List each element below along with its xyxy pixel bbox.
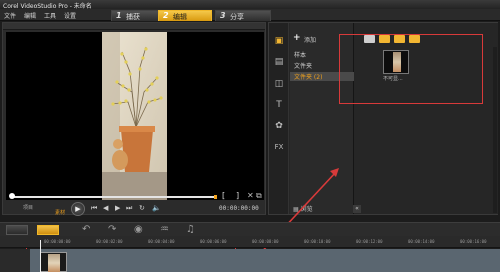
- track-header: [0, 249, 30, 272]
- ruler-label: 00:00:02:00: [96, 239, 123, 244]
- storyboard-view-button[interactable]: [6, 225, 28, 235]
- timeline-view-button[interactable]: [37, 225, 59, 235]
- ruler-label: 00:00:04:00: [148, 239, 175, 244]
- auto-music-icon[interactable]: ♫: [186, 224, 195, 235]
- ruler-label: 00:00:12:00: [356, 239, 383, 244]
- ruler-label: 00:00:08:00: [252, 239, 279, 244]
- timeline-ruler[interactable]: 00:00:00:00 00:00:02:00 00:00:04:00 00:0…: [0, 236, 500, 248]
- redo-icon[interactable]: ↷: [108, 224, 116, 235]
- sound-mixer-icon[interactable]: ♒: [160, 224, 169, 235]
- record-capture-icon[interactable]: ◉: [134, 224, 143, 235]
- video-track[interactable]: [0, 249, 500, 272]
- timeline-toolbar: ↶ ↷ ◉ ♒ ♫: [0, 222, 500, 236]
- ruler-label: 00:00:14:00: [408, 239, 435, 244]
- ruler-label: 00:00:16:00: [460, 239, 487, 244]
- playhead[interactable]: [40, 240, 41, 272]
- undo-icon[interactable]: ↶: [82, 224, 90, 235]
- ruler-label: 00:00:06:00: [200, 239, 227, 244]
- clip-thumbnail: [48, 254, 60, 272]
- ruler-label: 00:00:00:00: [44, 239, 71, 244]
- ruler-label: 00:00:10:00: [304, 239, 331, 244]
- timeline-clip[interactable]: [40, 252, 67, 272]
